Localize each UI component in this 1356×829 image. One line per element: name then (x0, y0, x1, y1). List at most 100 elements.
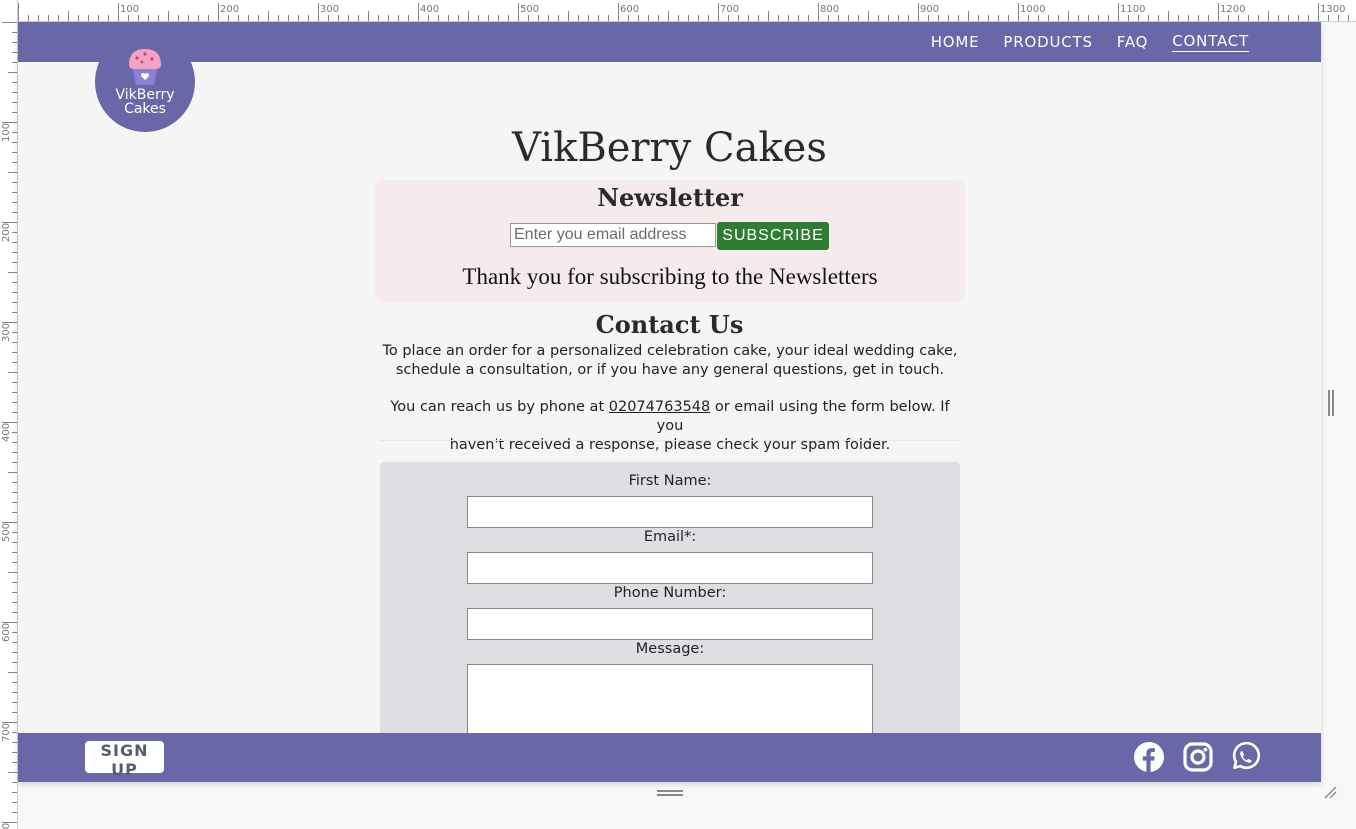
ruler-tick (12, 402, 17, 403)
ruler-tick (1218, 3, 1219, 21)
ruler-tick (818, 3, 819, 21)
ruler-tick (638, 15, 639, 21)
ruler-tick (12, 182, 17, 183)
ruler-tick (12, 392, 17, 393)
ruler-tick (12, 602, 17, 603)
site-title: VikBerry Cakes (512, 125, 827, 171)
newsletter-email-input[interactable] (510, 223, 716, 247)
ruler-tick (12, 552, 17, 553)
ruler-tick (2, 22, 17, 23)
ruler-tick (1268, 11, 1269, 21)
ruler-label: 800 (820, 4, 840, 15)
bottom-resize-handle[interactable] (657, 790, 683, 796)
corner-resize-handle[interactable] (1323, 785, 1337, 799)
nav-products-link[interactable]: PRODUCTS (1003, 33, 1092, 51)
ruler-tick (428, 15, 429, 21)
ruler-tick (578, 15, 579, 21)
ruler-tick (758, 15, 759, 21)
ruler-tick (1098, 15, 1099, 21)
subscribe-button[interactable]: SUBSCRIBE (717, 222, 829, 250)
ruler-tick (12, 682, 17, 683)
section-divider (380, 440, 960, 441)
ruler-label: 200 (220, 4, 240, 15)
ruler-tick (12, 452, 17, 453)
ruler-tick (12, 162, 17, 163)
ruler-tick (12, 692, 17, 693)
ruler-tick (278, 15, 279, 21)
ruler-tick (888, 15, 889, 21)
phone-number-label: Phone Number: (613, 585, 727, 601)
ruler-tick (1018, 3, 1019, 21)
email-input[interactable] (467, 552, 873, 584)
ruler-tick (378, 15, 379, 21)
ruler-tick (8, 672, 17, 673)
ruler-tick (478, 15, 479, 21)
ruler-tick (88, 15, 89, 21)
nav-faq-link[interactable]: FAQ (1117, 33, 1148, 51)
ruler-tick (1288, 15, 1289, 21)
ruler-tick (1228, 15, 1229, 21)
sign-up-button[interactable]: SIGN UP (85, 741, 164, 779)
ruler-tick (308, 15, 309, 21)
ruler-tick (218, 3, 219, 21)
ruler-tick (158, 15, 159, 21)
ruler-tick (12, 762, 17, 763)
ruler-tick (1038, 15, 1039, 21)
ruler-tick (928, 15, 929, 21)
ruler-tick (228, 15, 229, 21)
ruler-tick (708, 15, 709, 21)
ruler-tick (558, 15, 559, 21)
ruler-tick (58, 15, 59, 21)
ruler-label: 900 (920, 4, 940, 15)
ruler-tick (12, 712, 17, 713)
ruler-label: 1300 (1320, 4, 1346, 15)
ruler-tick (12, 252, 17, 253)
ruler-label: 1200 (1220, 4, 1246, 15)
ruler-tick (1278, 15, 1279, 21)
ruler-tick (768, 11, 769, 21)
phone-link[interactable]: 02074763548 (609, 399, 710, 415)
first-name-input[interactable] (467, 496, 873, 528)
ruler-tick (48, 15, 49, 21)
ruler-tick (498, 15, 499, 21)
instagram-icon[interactable] (1182, 741, 1214, 773)
ruler-tick (1248, 15, 1249, 21)
ruler-tick (508, 15, 509, 21)
ruler-tick (668, 11, 669, 21)
ruler-tick (1238, 15, 1239, 21)
newsletter-section: Newsletter SUBSCRIBE Thank you for subsc… (375, 180, 965, 302)
contact-title: Contact Us (595, 310, 744, 339)
nav-home-link[interactable]: HOME (931, 33, 980, 51)
ruler-label: 600 (620, 4, 640, 15)
ruler-tick (938, 15, 939, 21)
whatsapp-icon[interactable] (1229, 741, 1261, 773)
ruler-tick (1128, 15, 1129, 21)
ruler-tick (8, 472, 17, 473)
reach-line2: haven't received a response, please chec… (449, 437, 891, 453)
ruler-tick (1348, 15, 1349, 21)
ruler-tick (12, 612, 17, 613)
ruler-tick (1078, 15, 1079, 21)
ruler-tick (12, 42, 17, 43)
ruler-tick (108, 15, 109, 21)
ruler-tick (838, 15, 839, 21)
ruler-tick (358, 15, 359, 21)
ruler-tick (898, 15, 899, 21)
ruler-tick (678, 15, 679, 21)
facebook-icon[interactable] (1133, 741, 1165, 773)
ruler-tick (12, 702, 17, 703)
ruler-tick (628, 15, 629, 21)
site-logo[interactable]: VikBerry Cakes (95, 32, 195, 132)
ruler-tick (408, 15, 409, 21)
ruler-tick (12, 642, 17, 643)
ruler-tick (198, 15, 199, 21)
ruler-tick (528, 15, 529, 21)
phone-number-input[interactable] (467, 608, 873, 640)
ruler-label: 800 (1, 823, 12, 829)
side-resize-handle[interactable] (1328, 390, 1334, 416)
ruler-label: 500 (1, 522, 12, 542)
ruler-tick (12, 652, 17, 653)
ruler-label: 400 (420, 4, 440, 15)
ruler-tick (12, 502, 17, 503)
nav-contact-link[interactable]: CONTACT (1172, 32, 1249, 52)
